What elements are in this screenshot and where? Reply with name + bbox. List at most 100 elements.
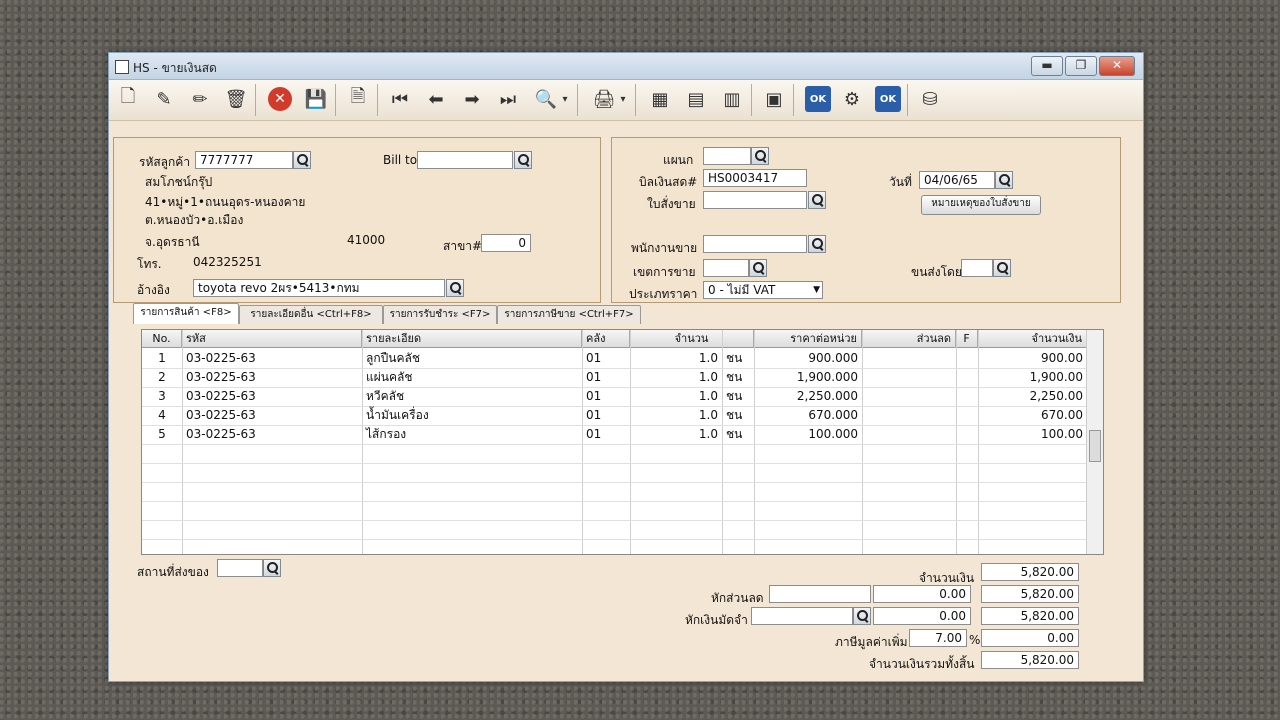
date-label: วันที่ bbox=[889, 175, 912, 189]
discount-text-input[interactable] bbox=[769, 585, 871, 603]
row-discount bbox=[862, 387, 956, 406]
tools-icon[interactable]: ⚙ bbox=[839, 86, 865, 112]
shipping-by-input[interactable] bbox=[961, 259, 993, 277]
save-icon[interactable]: 💾 bbox=[303, 86, 329, 112]
row-unit: ชน bbox=[726, 427, 743, 441]
vat-label: ภาษีมูลค่าเพิ่ม bbox=[835, 635, 908, 649]
tab-items[interactable]: รายการสินค้า <F8> bbox=[133, 303, 239, 324]
app-icon bbox=[115, 60, 129, 74]
shipping-place-label: สถานที่ส่งของ bbox=[137, 565, 209, 579]
row-code: 03-0225-63 bbox=[186, 370, 256, 384]
reference-label: อ้างอิง bbox=[137, 283, 170, 297]
sales-area-search-icon[interactable] bbox=[749, 259, 767, 277]
department-search-icon[interactable] bbox=[751, 147, 769, 165]
export-icon[interactable]: ▥ bbox=[719, 86, 745, 112]
shipping-place-input[interactable] bbox=[217, 559, 263, 577]
vat-rate-input[interactable]: 7.00 bbox=[909, 629, 967, 647]
row-no: 5 bbox=[158, 427, 166, 441]
price-type-select[interactable]: 0 - ไม่มี VAT ▼ bbox=[703, 281, 823, 299]
pencil-icon[interactable]: ✏ bbox=[187, 86, 213, 112]
deposit-input[interactable]: 0.00 bbox=[873, 607, 971, 625]
next-record-icon[interactable]: ➡ bbox=[459, 86, 485, 112]
sales-area-input[interactable] bbox=[703, 259, 749, 277]
approve-icon[interactable]: OK bbox=[805, 86, 831, 112]
bill-number-label: บิลเงินสด# bbox=[639, 175, 698, 189]
row-discount bbox=[862, 349, 956, 368]
last-record-icon[interactable]: ⏭ bbox=[495, 86, 521, 112]
after-discount-value: 5,820.00 bbox=[981, 585, 1079, 603]
table-row[interactable]: 4 03-0225-63 น้ำมันเครื่อง 01 1.0 ชน 670… bbox=[142, 406, 1087, 426]
row-warehouse: 01 bbox=[586, 427, 602, 441]
find-dropdown-icon[interactable]: ▾ bbox=[559, 86, 571, 112]
previous-record-icon[interactable]: ⬅ bbox=[423, 86, 449, 112]
cancel-icon[interactable]: ✕ bbox=[268, 87, 292, 111]
database-icon[interactable]: ⛁ bbox=[917, 86, 943, 112]
tab-other-details[interactable]: รายละเอียดอื่น <Ctrl+F8> bbox=[239, 305, 383, 324]
print-dropdown-icon[interactable]: ▾ bbox=[617, 86, 629, 112]
close-button[interactable]: ✕ bbox=[1099, 56, 1135, 76]
department-input[interactable] bbox=[703, 147, 751, 165]
row-quantity: 1.0 bbox=[698, 389, 718, 403]
maximize-button[interactable]: ❐ bbox=[1065, 56, 1097, 76]
row-no: 1 bbox=[158, 351, 166, 365]
row-f bbox=[956, 349, 978, 368]
billto-input[interactable] bbox=[417, 151, 513, 169]
col-quantity: จำนวน bbox=[630, 330, 754, 348]
edit-icon[interactable]: ✎ bbox=[151, 86, 177, 112]
calendar-icon[interactable]: ▣ bbox=[761, 86, 787, 112]
confirm-icon[interactable]: OK bbox=[875, 86, 901, 112]
customer-search-icon[interactable] bbox=[293, 151, 311, 169]
shipping-place-search-icon[interactable] bbox=[263, 559, 281, 577]
table-row[interactable]: 3 03-0225-63 หวีคลัช 01 1.0 ชน 2,250.000… bbox=[142, 387, 1087, 407]
row-warehouse: 01 bbox=[586, 389, 602, 403]
report-icon[interactable]: ▦ bbox=[647, 86, 673, 112]
find-icon[interactable]: 🔍 bbox=[533, 86, 559, 112]
print-preview-icon[interactable]: 🗎 bbox=[345, 86, 371, 112]
date-picker-icon[interactable] bbox=[995, 171, 1013, 189]
printer-icon[interactable]: 🖨 bbox=[591, 86, 617, 112]
deposit-search-icon[interactable] bbox=[853, 607, 871, 625]
sales-order-input[interactable] bbox=[703, 191, 807, 209]
col-discount: ส่วนลด bbox=[862, 330, 956, 348]
table-row[interactable]: 5 03-0225-63 ไส้กรอง 01 1.0 ชน 100.000 1… bbox=[142, 425, 1087, 445]
reference-search-icon[interactable] bbox=[446, 279, 464, 297]
grid-scrollbar[interactable] bbox=[1086, 330, 1103, 554]
bill-number-input[interactable]: HS0003417 bbox=[703, 169, 807, 187]
first-record-icon[interactable]: ⏮ bbox=[387, 86, 413, 112]
salesperson-input[interactable] bbox=[703, 235, 807, 253]
salesperson-search-icon[interactable] bbox=[808, 235, 826, 253]
list-icon[interactable]: ▤ bbox=[683, 86, 709, 112]
row-code: 03-0225-63 bbox=[186, 427, 256, 441]
row-code: 03-0225-63 bbox=[186, 408, 256, 422]
billto-search-icon[interactable] bbox=[514, 151, 532, 169]
discount-input[interactable]: 0.00 bbox=[873, 585, 971, 603]
row-discount bbox=[862, 425, 956, 444]
row-unit-price: 670.000 bbox=[808, 408, 858, 422]
delete-icon[interactable]: 🗑 bbox=[223, 86, 249, 112]
branch-input[interactable]: 0 bbox=[481, 234, 531, 252]
sales-order-label: ใบสั่งขาย bbox=[647, 197, 696, 211]
row-f bbox=[956, 406, 978, 425]
new-document-icon[interactable]: 🗋 bbox=[115, 86, 141, 112]
table-row[interactable]: 2 03-0225-63 แผ่นคลัช 01 1.0 ชน 1,900.00… bbox=[142, 368, 1087, 388]
sales-order-search-icon[interactable] bbox=[808, 191, 826, 209]
table-row[interactable]: 1 03-0225-63 ลูกปืนคลัช 01 1.0 ชน 900.00… bbox=[142, 349, 1087, 369]
date-input[interactable]: 04/06/65 bbox=[919, 171, 995, 189]
row-quantity: 1.0 bbox=[698, 370, 718, 384]
row-unit-price: 900.000 bbox=[808, 351, 858, 365]
row-warehouse: 01 bbox=[586, 370, 602, 384]
tab-sales-tax[interactable]: รายการภาษีขาย <Ctrl+F7> bbox=[497, 305, 641, 324]
col-description: รายละเอียด bbox=[362, 330, 582, 348]
row-warehouse: 01 bbox=[586, 351, 602, 365]
shipping-by-search-icon[interactable] bbox=[993, 259, 1011, 277]
billto-label: Bill to bbox=[383, 153, 418, 167]
customer-code-input[interactable]: 7777777 bbox=[195, 151, 293, 169]
minimize-button[interactable]: ▬ bbox=[1031, 56, 1063, 76]
tab-payments[interactable]: รายการรับชำระ <F7> bbox=[383, 305, 497, 324]
reference-input[interactable]: toyota revo 2ผร•5413•กทม bbox=[193, 279, 445, 297]
col-no: No. bbox=[142, 330, 182, 348]
sales-order-note-button[interactable]: หมายเหตุของใบสั่งขาย bbox=[921, 195, 1041, 215]
col-amount: จำนวนเงิน bbox=[978, 330, 1087, 348]
deposit-text-input[interactable] bbox=[751, 607, 853, 625]
items-grid[interactable]: No. รหัส รายละเอียด คลัง จำนวน ราคาต่อหน… bbox=[141, 329, 1104, 555]
